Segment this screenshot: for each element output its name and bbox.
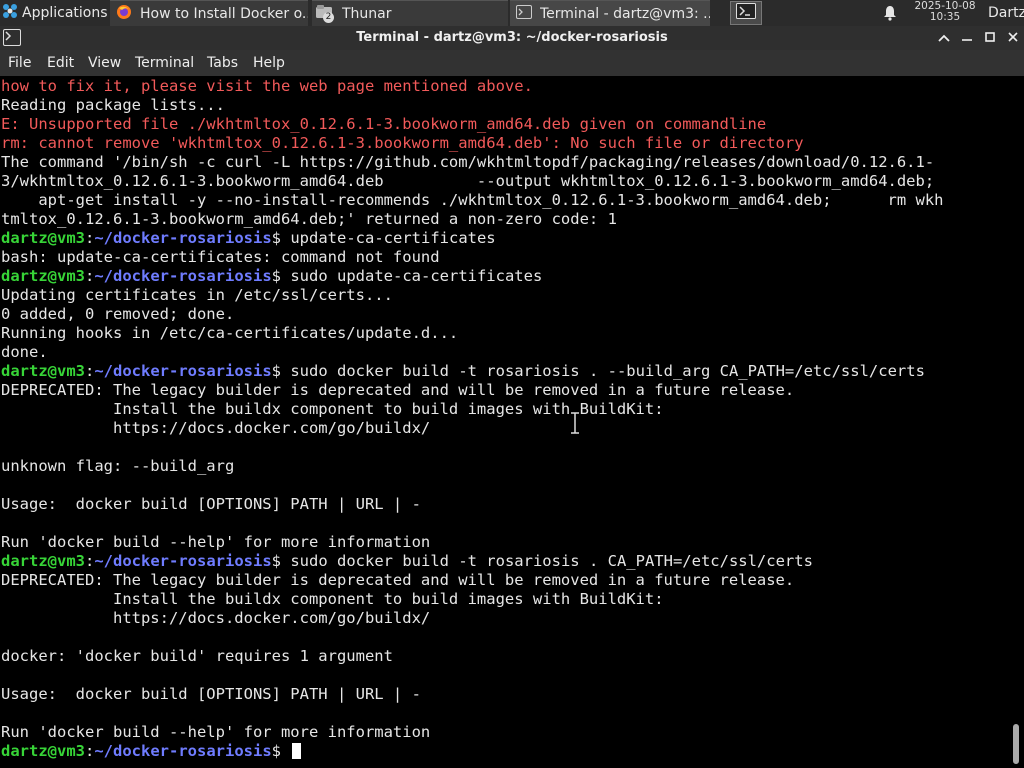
maximize-up-button[interactable]: [934, 28, 954, 48]
firefox-icon: [116, 4, 132, 24]
prompt-user-host: dartz@vm3: [1, 229, 85, 247]
prompt-symbol: $: [271, 229, 281, 247]
taskbar-item-label: Thunar: [342, 5, 392, 22]
terminal-scrollbar[interactable]: [1008, 76, 1024, 768]
command-text: sudo docker build -t rosariosis . CA_PAT…: [290, 552, 813, 570]
output-line: DEPRECATED: The legacy builder is deprec…: [1, 571, 795, 589]
maximize-icon: [985, 31, 995, 46]
taskbar-item-terminal[interactable]: Terminal - dartz@vm3: ...: [510, 0, 710, 26]
output-line: docker: 'docker build' requires 1 argume…: [1, 647, 393, 665]
output-line: apt-get install -y --no-install-recommen…: [1, 191, 944, 209]
prompt-path: ~/docker-rosariosis: [94, 267, 272, 285]
prompt-user-host: dartz@vm3: [1, 742, 85, 760]
prompt-symbol: $: [271, 552, 281, 570]
error-line: rm: cannot remove 'wkhtmltox_0.12.6.1-3.…: [1, 134, 804, 152]
notification-bell-icon[interactable]: [880, 3, 900, 23]
prompt-separator: :: [85, 552, 95, 570]
error-line: how to fix it, please visit the web page…: [1, 77, 533, 95]
output-line: tmltox_0.12.6.1-3.bookworm_amd64.deb;' r…: [1, 210, 617, 228]
thunar-window-count-badge: 2: [323, 11, 334, 23]
output-line: https://docs.docker.com/go/buildx/: [1, 609, 431, 627]
output-line: unknown flag: --build_arg: [1, 457, 235, 475]
menubar: File Edit View Terminal Tabs Help: [0, 50, 1024, 76]
prompt-line: dartz@vm3:~/docker-rosariosis$ sudo dock…: [1, 362, 925, 381]
output-line: https://docs.docker.com/go/buildx/: [1, 419, 431, 437]
prompt-user-host: dartz@vm3: [1, 552, 85, 570]
clock-time: 10:35: [929, 11, 961, 23]
applications-menu-button[interactable]: Applications: [0, 0, 108, 26]
prompt-symbol: $: [271, 267, 281, 285]
output-line: Reading package lists...: [1, 96, 225, 114]
prompt-user-host: dartz@vm3: [1, 362, 85, 380]
menu-edit[interactable]: Edit: [47, 50, 74, 76]
applications-icon: [2, 3, 18, 23]
prompt-separator: :: [85, 229, 95, 247]
terminal-icon: [736, 3, 756, 23]
taskbar-item-thunar[interactable]: 2 Thunar: [312, 0, 508, 26]
user-menu[interactable]: Dartz: [988, 0, 1024, 26]
menu-view[interactable]: View: [88, 50, 121, 76]
error-line: E: Unsupported file ./wkhtmltox_0.12.6.1…: [1, 115, 767, 133]
prompt-separator: :: [85, 267, 95, 285]
clock[interactable]: 2025-10-08 10:35: [904, 1, 986, 25]
output-line: Run 'docker build --help' for more infor…: [1, 533, 431, 551]
prompt-line: dartz@vm3:~/docker-rosariosis$ update-ca…: [1, 229, 496, 248]
prompt-path: ~/docker-rosariosis: [94, 229, 272, 247]
output-line: 3/wkhtmltox_0.12.6.1-3.bookworm_amd64.de…: [1, 172, 935, 190]
window-title: Terminal - dartz@vm3: ~/docker-rosariosi…: [356, 30, 668, 45]
output-line: bash: update-ca-certificates: command no…: [1, 248, 440, 266]
output-line: Usage: docker build [OPTIONS] PATH | URL…: [1, 495, 421, 513]
window-titlebar[interactable]: Terminal - dartz@vm3: ~/docker-rosariosi…: [0, 26, 1024, 50]
taskbar-item-firefox[interactable]: How to Install Docker o...: [110, 0, 308, 26]
output-line: DEPRECATED: The legacy builder is deprec…: [1, 381, 795, 399]
prompt-user-host: dartz@vm3: [1, 267, 85, 285]
command-text: update-ca-certificates: [290, 229, 496, 247]
output-line: Install the buildx component to build im…: [1, 590, 664, 608]
terminal-output[interactable]: how to fix it, please visit the web page…: [0, 76, 1008, 768]
terminal-launcher-button[interactable]: [730, 1, 762, 25]
minimize-icon: [962, 31, 972, 46]
output-line: Install the buildx component to build im…: [1, 400, 664, 418]
scrollbar-thumb[interactable]: [1013, 724, 1019, 764]
close-button[interactable]: [1003, 28, 1023, 48]
prompt-symbol: $: [271, 742, 281, 760]
output-line: The command '/bin/sh -c curl -L https://…: [1, 153, 935, 171]
output-line: Run 'docker build --help' for more infor…: [1, 723, 431, 741]
prompt-line: dartz@vm3:~/docker-rosariosis$: [1, 742, 302, 761]
taskbar-item-label: Terminal - dartz@vm3: ...: [540, 5, 710, 22]
output-line: Running hooks in /etc/ca-certificates/up…: [1, 324, 459, 342]
top-panel: Applications How to Install Docker o... …: [0, 0, 1024, 26]
output-line: Usage: docker build [OPTIONS] PATH | URL…: [1, 685, 421, 703]
prompt-separator: :: [85, 742, 95, 760]
text-cursor-ibeam-icon: [569, 412, 581, 434]
minimize-button[interactable]: [957, 28, 977, 48]
command-text: sudo update-ca-certificates: [290, 267, 543, 285]
taskbar-item-label: How to Install Docker o...: [140, 5, 308, 22]
maximize-button[interactable]: [980, 28, 1000, 48]
prompt-line: dartz@vm3:~/docker-rosariosis$ sudo upda…: [1, 267, 542, 286]
chevron-up-icon: [938, 31, 950, 46]
close-icon: [1008, 31, 1018, 46]
output-line: done.: [1, 343, 48, 361]
menu-help[interactable]: Help: [253, 50, 285, 76]
prompt-path: ~/docker-rosariosis: [94, 552, 272, 570]
prompt-symbol: $: [271, 362, 281, 380]
folder-icon: 2: [316, 4, 334, 23]
terminal-icon: [516, 4, 532, 23]
prompt-path: ~/docker-rosariosis: [94, 362, 272, 380]
prompt-separator: :: [85, 362, 95, 380]
output-line: 0 added, 0 removed; done.: [1, 305, 235, 323]
command-text: sudo docker build -t rosariosis . --buil…: [290, 362, 925, 380]
menu-terminal[interactable]: Terminal: [135, 50, 194, 76]
applications-label: Applications: [22, 5, 108, 21]
output-line: Updating certificates in /etc/ssl/certs.…: [1, 286, 393, 304]
prompt-path: ~/docker-rosariosis: [94, 742, 272, 760]
menu-tabs[interactable]: Tabs: [207, 50, 238, 76]
prompt-line: dartz@vm3:~/docker-rosariosis$ sudo dock…: [1, 552, 813, 571]
menu-file[interactable]: File: [8, 50, 31, 76]
terminal-cursor: [292, 743, 302, 759]
